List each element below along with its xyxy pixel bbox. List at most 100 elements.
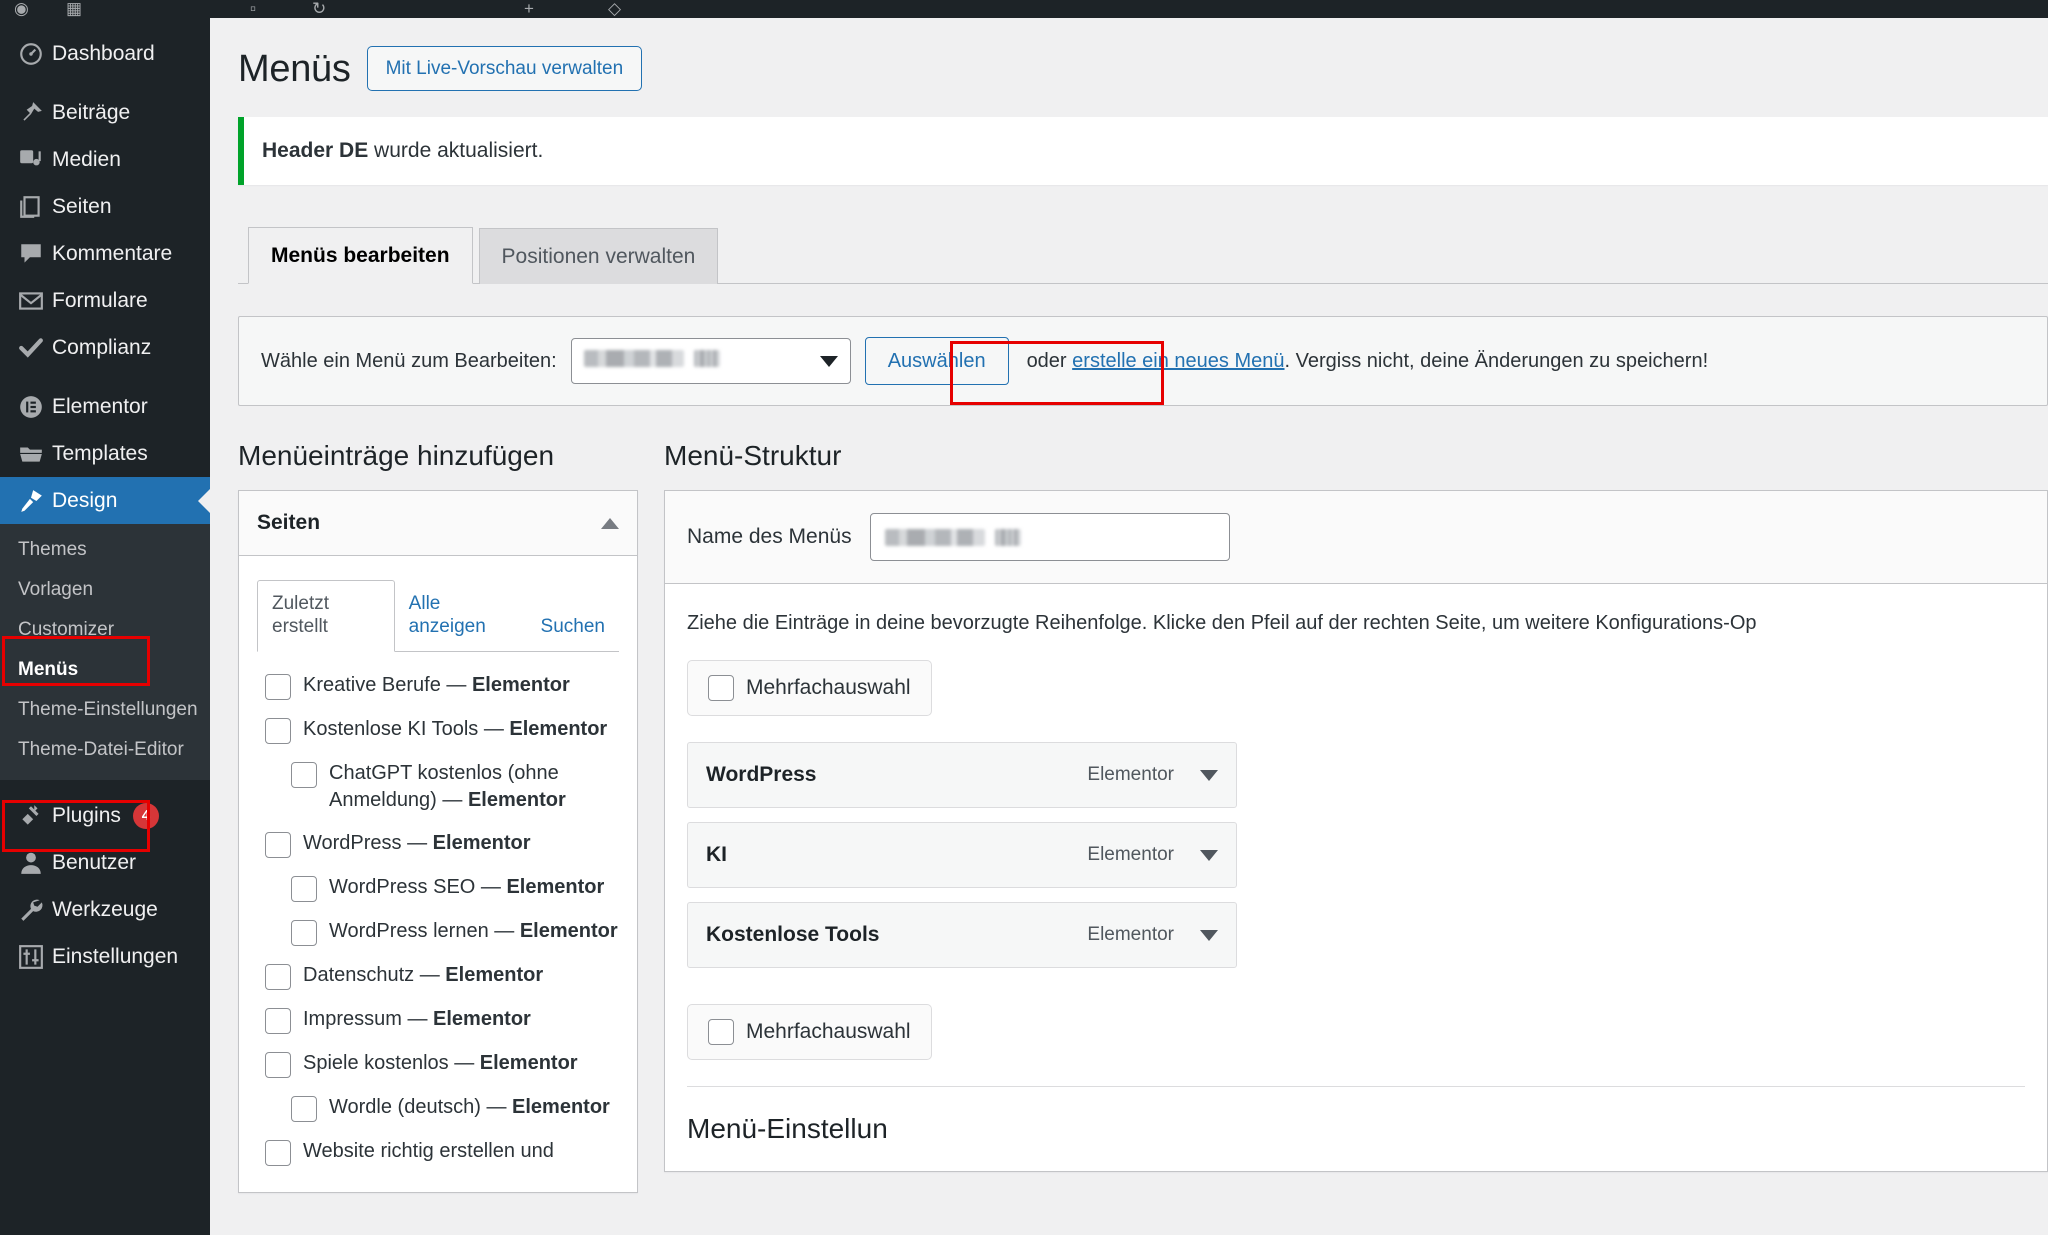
create-new-menu-link[interactable]: erstelle ein neues Menü [1072,350,1284,372]
admin-sidebar: Dashboard Beiträge Medien Seiten Komment… [0,18,211,1235]
menu-item-type: Elementor [1087,844,1174,866]
list-item[interactable]: WordPress SEO — Elementor [291,874,619,902]
sidebar-item-design[interactable]: Design [0,477,211,524]
menu-item-type: Elementor [1087,924,1174,946]
menu-name-input[interactable] [869,513,1230,562]
sidebar-item-einstellungen[interactable]: Einstellungen [0,933,210,980]
list-item[interactable]: Kostenlose KI Tools — Elementor [265,716,619,744]
menu-structure-body: Ziehe die Einträge in deine bevorzugte R… [665,584,2047,1171]
page-label: ChatGPT kostenlos (ohne Anmeldung) — Ele… [329,761,566,811]
pin-icon [18,100,52,126]
menu-name-row: Name des Menüs [665,491,2047,585]
pages-inner-tabs: Zuletzt erstellt Alle anzeigen Suchen [257,580,619,652]
table-row[interactable]: Kostenlose Tools Elementor [687,902,1237,969]
page-checkbox[interactable] [265,1139,291,1166]
chevron-down-icon[interactable] [1200,769,1218,781]
select-menu-button[interactable]: Auswählen [864,337,1009,386]
page-checkbox[interactable] [265,1007,291,1034]
sidebar-subitem-theme-einstellungen[interactable]: Theme-Einstellungen [0,690,210,730]
list-item[interactable]: Kreative Berufe — Elementor [265,672,619,700]
page-checkbox[interactable] [265,717,291,744]
bulk-select-toggle-bottom[interactable]: Mehrfachauswahl [687,1004,932,1061]
sidebar-item-elementor[interactable]: Elementor [0,383,210,430]
menu-name-label: Name des Menüs [687,525,852,549]
page-checkbox[interactable] [291,761,317,788]
bulk-select-label: Mehrfachauswahl [746,1020,911,1044]
page-title: Menüs [238,47,351,90]
sidebar-item-seiten[interactable]: Seiten [0,183,210,230]
page-checkbox[interactable] [291,1095,317,1122]
bulk-select-checkbox[interactable] [708,1019,734,1046]
sidebar-subitem-menues[interactable]: Menüs [0,650,210,690]
chevron-up-icon[interactable] [601,517,619,529]
sidebar-subitem-theme-datei-editor[interactable]: Theme-Datei-Editor [0,730,210,770]
inner-tab-suchen[interactable]: Suchen [527,604,619,651]
sidebar-subitem-customizer[interactable]: Customizer [0,610,210,650]
list-item[interactable]: Datenschutz — Elementor [265,962,619,990]
page-checkbox[interactable] [265,963,291,990]
bulk-select-toggle-top[interactable]: Mehrfachauswahl [687,660,932,717]
sidebar-item-complianz[interactable]: Complianz [0,324,210,371]
live-preview-button[interactable]: Mit Live-Vorschau verwalten [366,46,643,91]
sidebar-item-label: Werkzeuge [52,897,158,921]
sidebar-item-medien[interactable]: Medien [0,136,210,183]
page-checkbox[interactable] [265,1051,291,1078]
sidebar-item-kommentare[interactable]: Kommentare [0,230,210,277]
sidebar-item-plugins[interactable]: Plugins 4 [0,792,210,839]
tab-menues-bearbeiten[interactable]: Menüs bearbeiten [248,227,473,285]
sidebar-subitem-vorlagen[interactable]: Vorlagen [0,570,210,610]
sidebar-item-label: Design [52,488,118,512]
site-name-label[interactable]: ◇ [608,0,621,18]
sidebar-item-label: Einstellungen [52,944,179,968]
inner-tab-alle-anzeigen[interactable]: Alle anzeigen [395,581,527,651]
admin-bar[interactable]: ◉ ▦ ▫ ↻ + ◇ [0,0,2048,18]
sidebar-item-label: Dashboard [52,41,155,65]
menu-item-type: Elementor [1087,764,1174,786]
list-item[interactable]: WordPress — Elementor [265,830,619,858]
menu-editor-columns: Menüeinträge hinzufügen Seiten Zuletzt e… [238,440,2048,1193]
comments-icon[interactable]: ▫ [250,0,256,18]
updates-icon[interactable]: ↻ [312,0,326,18]
dashboard-home-icon[interactable]: ▦ [66,0,82,18]
list-item[interactable]: ChatGPT kostenlos (ohne Anmeldung) — Ele… [291,760,619,814]
page-checkbox[interactable] [291,919,317,946]
pages-postbox-header[interactable]: Seiten [239,491,637,557]
sidebar-item-beitraege[interactable]: Beiträge [0,89,210,136]
sidebar-item-formulare[interactable]: Formulare [0,277,210,324]
sidebar-item-dashboard[interactable]: Dashboard [0,30,210,77]
redacted-menu-name [583,350,684,368]
pages-checklist: Kreative Berufe — Elementor Kostenlose K… [257,652,619,1166]
menu-select-bar: Wähle ein Menü zum Bearbeiten: Auswählen… [238,316,2048,407]
sidebar-item-werkzeuge[interactable]: Werkzeuge [0,886,210,933]
page-label: Kreative Berufe — Elementor [303,673,570,696]
chevron-down-icon[interactable] [1200,929,1218,941]
table-row[interactable]: KI Elementor [687,822,1237,889]
redacted-menu-suffix [693,350,720,368]
wordpress-logo-icon[interactable]: ◉ [14,0,29,18]
settings-icon [18,944,52,970]
list-item[interactable]: WordPress lernen — Elementor [291,918,619,946]
page-label: Kostenlose KI Tools — Elementor [303,717,608,740]
menu-select-dropdown[interactable] [570,338,851,385]
sidebar-item-benutzer[interactable]: Benutzer [0,839,210,886]
list-item[interactable]: Wordle (deutsch) — Elementor [291,1094,619,1122]
page-checkbox[interactable] [265,831,291,858]
page-checkbox[interactable] [291,875,317,902]
sidebar-item-templates[interactable]: Templates [0,430,210,477]
page-label: Datenschutz — Elementor [303,963,544,986]
list-item[interactable]: Spiele kostenlos — Elementor [265,1050,619,1078]
new-content-icon[interactable]: + [524,0,534,18]
list-item[interactable]: Website richtig erstellen und [265,1138,619,1166]
check-icon [18,335,52,361]
sidebar-item-label: Beiträge [52,100,131,124]
list-item[interactable]: Impressum — Elementor [265,1006,619,1034]
sidebar-subitem-themes[interactable]: Themes [0,530,210,570]
page-label: Spiele kostenlos — Elementor [303,1051,578,1074]
page-checkbox[interactable] [265,673,291,700]
page-label: WordPress — Elementor [303,831,531,854]
table-row[interactable]: WordPress Elementor [687,742,1237,809]
bulk-select-checkbox[interactable] [708,675,734,702]
inner-tab-zuletzt-erstellt[interactable]: Zuletzt erstellt [257,580,395,652]
chevron-down-icon[interactable] [1200,849,1218,861]
tab-positionen-verwalten[interactable]: Positionen verwalten [478,228,719,285]
